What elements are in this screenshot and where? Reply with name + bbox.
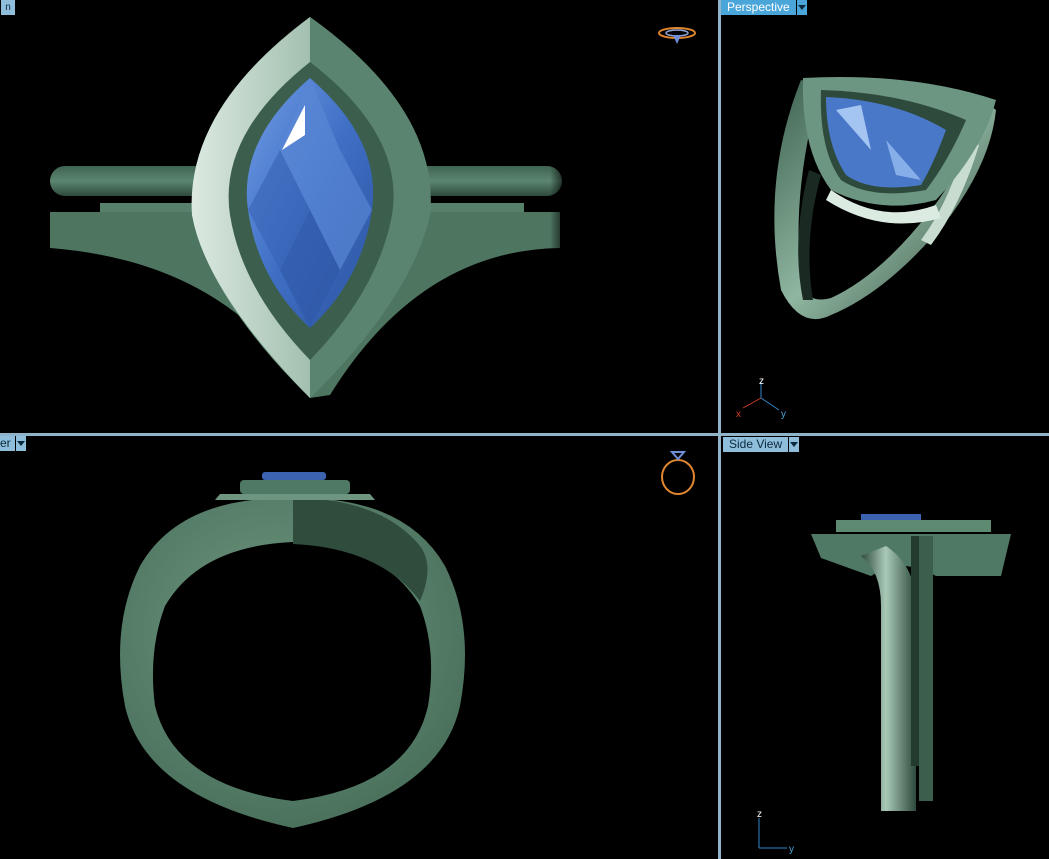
viewport-splitter-horizontal[interactable] [0,433,1049,436]
svg-text:y: y [781,409,786,420]
svg-text:z: z [759,376,764,387]
bezel-side [836,520,991,532]
gem-side [262,472,326,480]
svg-text:x: x [736,409,741,420]
perspective-viewport[interactable]: Perspective z y x [721,0,1049,433]
viewport-splitter-vertical[interactable] [718,0,721,859]
front-view-ring-render [120,472,465,828]
top-viewport[interactable]: n [0,0,718,433]
bezel-side [240,480,350,494]
front-viewport[interactable]: er [0,436,718,859]
side-view-ring-render [811,514,1011,811]
ring-view-icon[interactable] [657,446,699,498]
ring-shank [861,546,916,811]
view-orientation-icon[interactable] [657,24,697,46]
svg-text:y: y [789,844,794,855]
side-viewport[interactable]: Side View z y [721,436,1049,859]
axis-triad: z y x [736,376,786,420]
axis-triad: z y [757,809,794,855]
perspective-ring-render [774,76,996,320]
top-view-ring-render [50,17,570,398]
svg-text:z: z [757,809,762,820]
